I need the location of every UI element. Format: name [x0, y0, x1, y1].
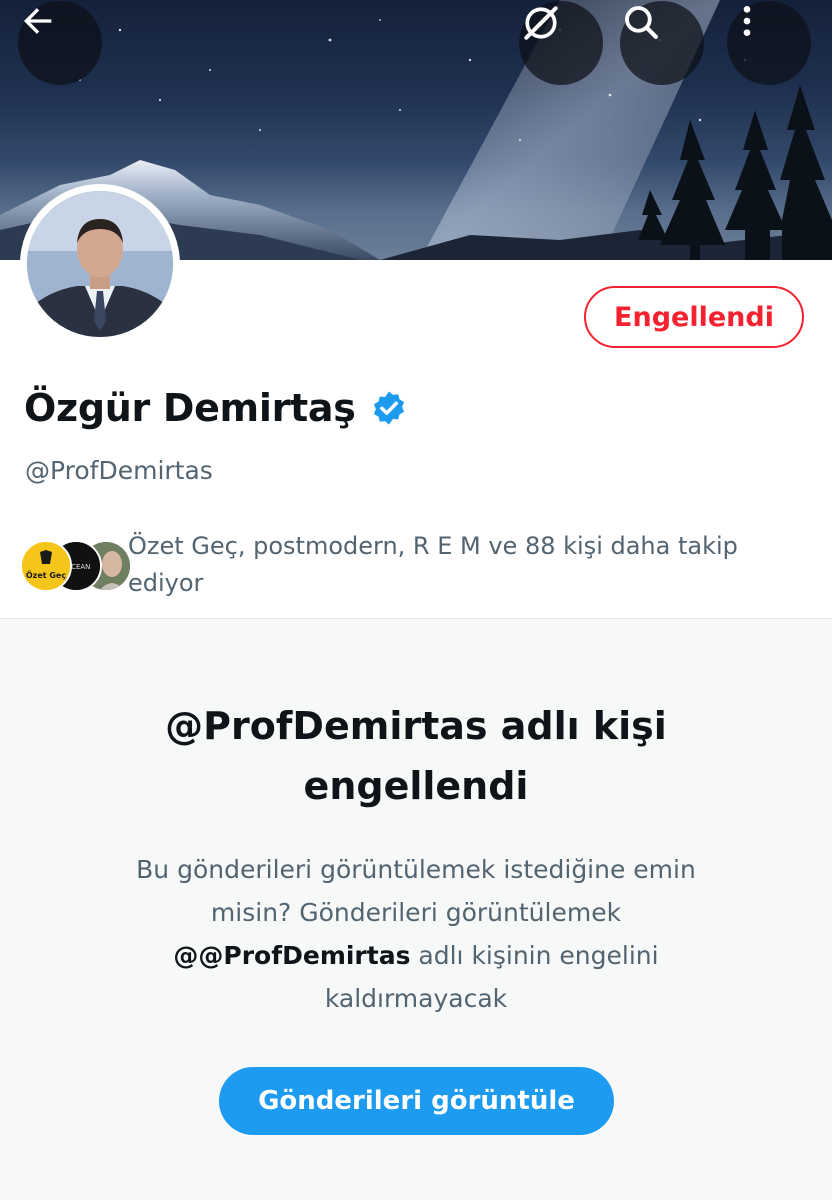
blocked-desc-handle: @@ProfDemirtas — [173, 941, 411, 970]
blocked-notice-title: @ProfDemirtas adlı kişi engellendi — [165, 704, 667, 808]
followers-you-know[interactable]: Özet Geç OCEAN Özet Geç, postmodern, R E… — [20, 528, 820, 604]
blocked-desc-before: Bu gönderileri görüntülemek istediğine e… — [136, 855, 696, 927]
search-button[interactable] — [620, 1, 704, 85]
blocked-notice-description: Bu gönderileri görüntülemek istediğine e… — [110, 848, 722, 1020]
profile-avatar[interactable] — [20, 184, 180, 344]
profile-handle: @ProfDemirtas — [25, 456, 213, 485]
slashed-circle-icon — [524, 6, 558, 40]
blocked-button[interactable]: Engellendi — [584, 286, 804, 348]
more-options-button[interactable] — [727, 1, 811, 85]
verified-badge-icon[interactable] — [370, 389, 408, 427]
search-icon — [625, 6, 658, 39]
svg-text:Özet Geç: Özet Geç — [26, 570, 66, 580]
display-name: Özgür Demirtaş — [24, 386, 356, 430]
more-vertical-icon — [743, 6, 751, 36]
follower-avatar-ozet-gec: Özet Geç — [20, 540, 72, 592]
arrow-left-icon — [24, 8, 52, 34]
view-posts-button[interactable]: Gönderileri görüntüle — [219, 1067, 614, 1135]
grok-button[interactable] — [519, 1, 603, 85]
back-button[interactable] — [18, 1, 102, 85]
avatar-image — [27, 191, 173, 337]
profile-name-row: Özgür Demirtaş — [24, 378, 408, 438]
followers-you-know-text: Özet Geç, postmodern, R E M ve 88 kişi d… — [128, 532, 738, 597]
